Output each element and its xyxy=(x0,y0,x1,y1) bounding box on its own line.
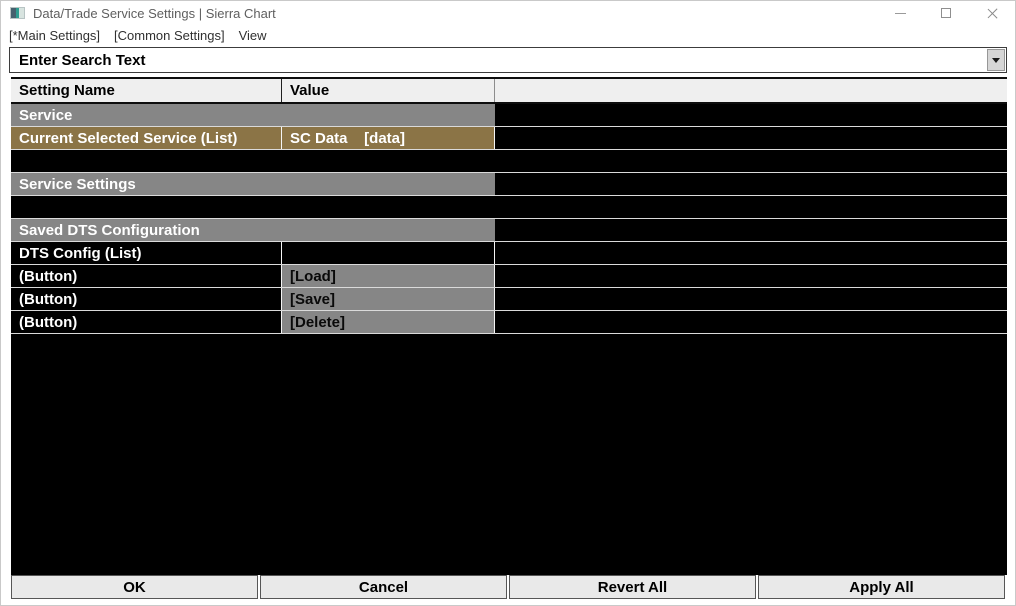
row-filler xyxy=(495,104,1007,126)
row-filler xyxy=(495,219,1007,241)
row-value xyxy=(282,219,495,241)
row-label: Service xyxy=(11,104,282,126)
table-row-load-button[interactable]: (Button) [Load] xyxy=(11,265,1007,288)
menu-bar: [*Main Settings] [Common Settings] View xyxy=(1,25,1015,46)
row-label: Service Settings xyxy=(11,173,282,195)
table-row-blank xyxy=(11,150,1007,173)
window-controls xyxy=(877,1,1015,25)
row-filler xyxy=(495,288,1007,310)
row-label xyxy=(11,196,282,218)
column-header-value: Value xyxy=(282,79,495,102)
menu-item-main-settings[interactable]: [*Main Settings] xyxy=(2,26,107,45)
row-filler xyxy=(495,173,1007,195)
search-input[interactable] xyxy=(10,48,986,72)
minimize-button[interactable] xyxy=(877,1,923,25)
row-value xyxy=(282,173,495,195)
table-row-save-button[interactable]: (Button) [Save] xyxy=(11,288,1007,311)
row-filler xyxy=(495,196,1007,218)
row-label: DTS Config (List) xyxy=(11,242,282,264)
column-header-setting-name: Setting Name xyxy=(11,79,282,102)
close-button[interactable] xyxy=(969,1,1015,25)
table-row-blank xyxy=(11,196,1007,219)
table-row-dts-config[interactable]: DTS Config (List) xyxy=(11,242,1007,265)
footer-button-bar: OK Cancel Revert All Apply All xyxy=(11,575,1005,599)
current-service-value[interactable]: SC Data [data] xyxy=(282,127,495,149)
row-filler xyxy=(495,311,1007,333)
cancel-button[interactable]: Cancel xyxy=(260,575,507,599)
maximize-button[interactable] xyxy=(923,1,969,25)
row-value xyxy=(282,196,495,218)
menu-item-view[interactable]: View xyxy=(232,26,274,45)
column-header-empty xyxy=(495,79,1007,102)
settings-grid: Setting Name Value Service Current Selec… xyxy=(11,77,1007,334)
row-label: (Button) xyxy=(11,288,282,310)
window-title: Data/Trade Service Settings | Sierra Cha… xyxy=(33,5,276,21)
search-combobox xyxy=(9,47,1007,73)
chevron-down-icon xyxy=(992,57,1000,63)
save-button[interactable]: [Save] xyxy=(282,288,495,310)
row-filler xyxy=(495,265,1007,287)
title-bar: Data/Trade Service Settings | Sierra Cha… xyxy=(1,1,1015,25)
row-filler xyxy=(495,242,1007,264)
grid-header: Setting Name Value xyxy=(11,77,1007,104)
delete-button[interactable]: [Delete] xyxy=(282,311,495,333)
row-label: (Button) xyxy=(11,265,282,287)
row-label xyxy=(11,150,282,172)
minimize-icon xyxy=(894,12,906,14)
menu-item-common-settings[interactable]: [Common Settings] xyxy=(107,26,232,45)
search-dropdown-button[interactable] xyxy=(987,49,1005,71)
table-row-service-section: Service xyxy=(11,104,1007,127)
dts-config-value[interactable] xyxy=(282,242,495,264)
row-value xyxy=(282,150,495,172)
ok-button[interactable]: OK xyxy=(11,575,258,599)
row-value xyxy=(282,104,495,126)
load-button[interactable]: [Load] xyxy=(282,265,495,287)
table-row-delete-button[interactable]: (Button) [Delete] xyxy=(11,311,1007,334)
table-row-current-selected-service[interactable]: Current Selected Service (List) SC Data … xyxy=(11,127,1007,150)
row-label: Saved DTS Configuration xyxy=(11,219,282,241)
apply-all-button[interactable]: Apply All xyxy=(758,575,1005,599)
row-filler xyxy=(495,150,1007,172)
table-row-saved-dts-configuration-section: Saved DTS Configuration xyxy=(11,219,1007,242)
row-label: (Button) xyxy=(11,311,282,333)
close-icon xyxy=(986,7,999,20)
table-row-service-settings-section: Service Settings xyxy=(11,173,1007,196)
revert-all-button[interactable]: Revert All xyxy=(509,575,756,599)
maximize-icon xyxy=(941,8,951,18)
row-filler xyxy=(495,127,1007,149)
app-icon xyxy=(10,7,25,19)
row-label: Current Selected Service (List) xyxy=(11,127,282,149)
empty-grid-area xyxy=(11,334,1007,575)
